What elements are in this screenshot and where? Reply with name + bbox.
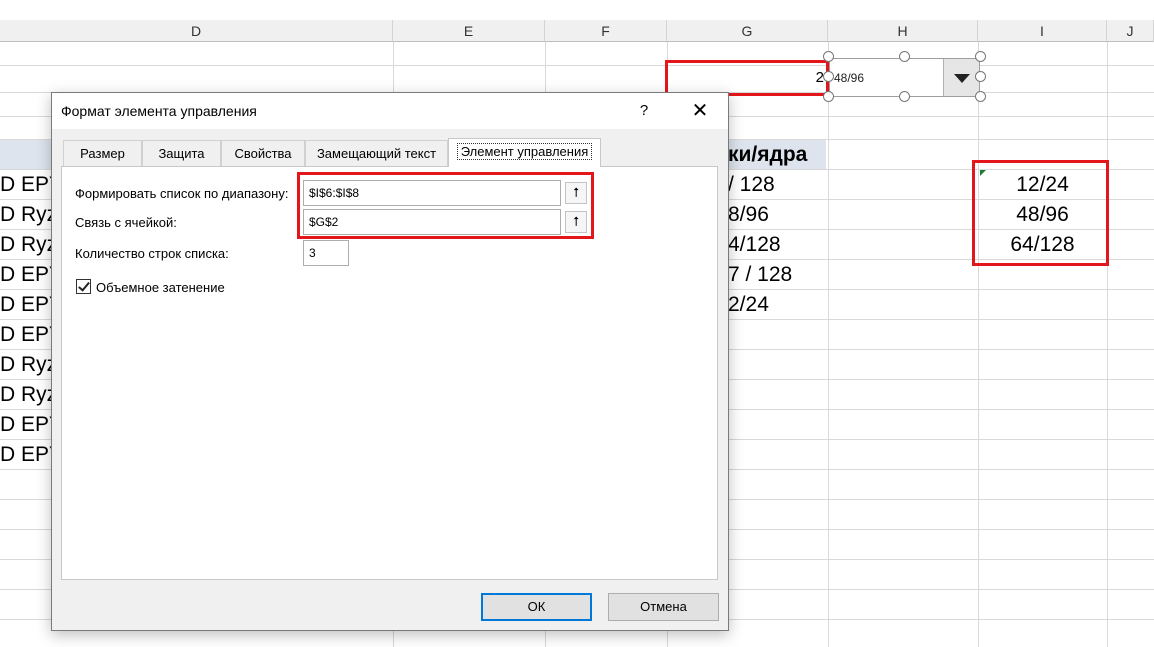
highlight-range-fields [297,172,594,239]
tab-alt-text[interactable]: Замещающий текст [305,140,448,166]
resize-handle[interactable] [975,51,986,62]
highlight-list-source [972,160,1109,266]
resize-handle[interactable] [823,71,834,82]
resize-handle[interactable] [823,91,834,102]
ok-button[interactable]: ОК [481,593,592,621]
resize-handle[interactable] [975,91,986,102]
resize-handle[interactable] [899,51,910,62]
tab-properties[interactable]: Свойства [221,140,305,166]
input-range-label: Формировать список по диапазону: [75,186,289,201]
column-header-g[interactable]: G [667,20,828,42]
drop-lines-field[interactable]: 3 [303,240,349,266]
column-header-f[interactable]: F [545,20,667,42]
column-header-j[interactable]: J [1107,20,1154,42]
help-icon[interactable]: ? [634,93,654,129]
3d-shading-checkbox[interactable] [76,279,91,294]
table-cell[interactable]: D Ryz [0,200,57,230]
table-cell[interactable]: / 128 [728,170,826,200]
column-header-e[interactable]: E [393,20,545,42]
highlight-linked-cell [665,60,829,96]
column-header-h[interactable]: H [828,20,978,42]
table-cell[interactable]: 8/96 [728,200,826,230]
tab-protection[interactable]: Защита [142,140,221,166]
tab-control[interactable]: Элемент управления [448,138,601,167]
cancel-button[interactable]: Отмена [608,593,719,621]
gridline [978,42,979,647]
table-cell[interactable]: D Ryz [0,230,57,260]
tab-size[interactable]: Размер [63,140,142,166]
column-header-d[interactable]: D [0,20,393,42]
header-row-fill [0,140,52,169]
close-icon[interactable]: ✕ [685,93,715,129]
cell-link-label: Связь с ячейкой: [75,215,177,230]
resize-handle[interactable] [823,51,834,62]
gridline [0,65,1154,66]
resize-handle[interactable] [975,71,986,82]
table-cell[interactable]: 2/24 [728,290,826,320]
table-cell[interactable]: 7 / 128 [728,260,826,290]
dialog-titlebar[interactable]: Формат элемента управления ? ✕ [52,93,728,129]
gridline [828,42,829,647]
control-tab-panel: Формировать список по диапазону: $I$6:$I… [61,166,718,580]
combo-box-value: 48/96 [834,71,865,85]
dialog-title: Формат элемента управления [61,103,257,119]
dropdown-arrow-icon[interactable] [943,59,979,96]
table-header-cores[interactable]: ки/ядра [728,140,826,170]
table-cell[interactable]: D Ryz [0,380,57,410]
column-header-i[interactable]: I [978,20,1107,42]
format-control-dialog: Формат элемента управления ? ✕ Размер За… [51,92,729,631]
gridline [1107,42,1108,647]
resize-handle[interactable] [899,91,910,102]
drop-lines-label: Количество строк списка: [75,246,229,261]
3d-shading-label[interactable]: Объемное затенение [96,280,225,295]
table-cell[interactable]: 4/128 [728,230,826,260]
table-cell[interactable]: D Ryz [0,350,57,380]
